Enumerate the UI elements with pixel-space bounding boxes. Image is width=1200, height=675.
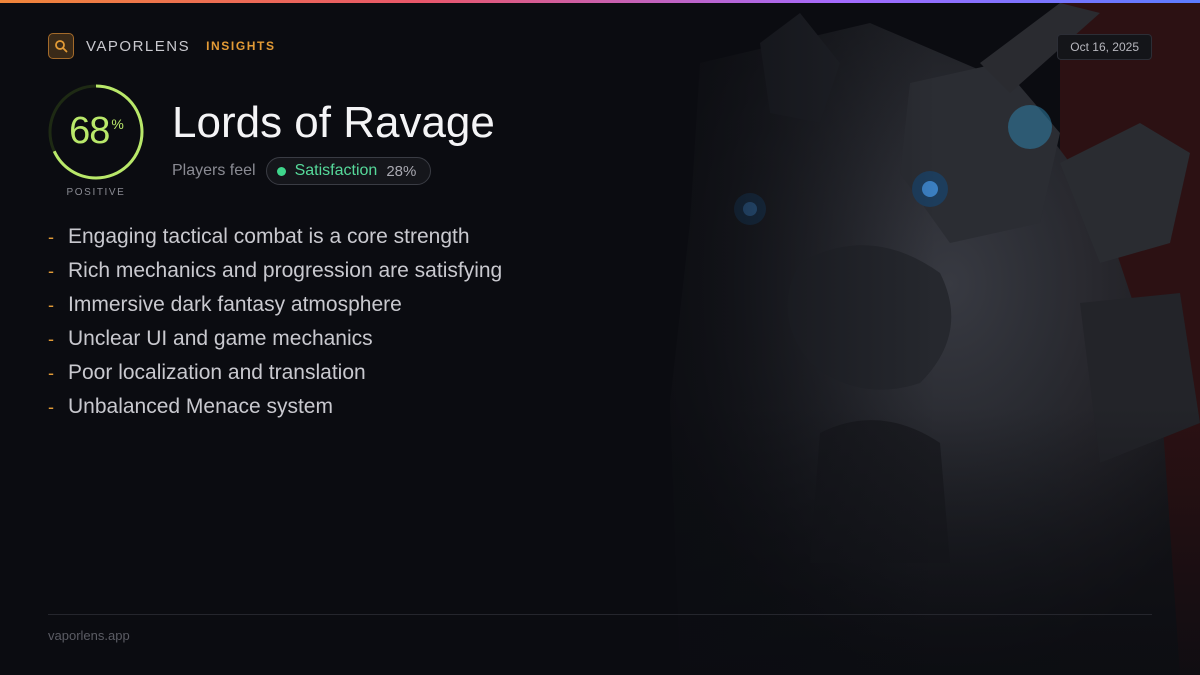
list-item: - Unclear UI and game mechanics — [48, 322, 502, 356]
score-ring: 68% — [48, 84, 144, 180]
date-badge: Oct 16, 2025 — [1057, 34, 1152, 60]
score-value: 68% — [48, 110, 144, 153]
search-icon — [48, 33, 74, 59]
dash-bullet-icon: - — [48, 328, 54, 349]
brand-name: VAPORLENS — [86, 37, 191, 55]
players-feel-row: Players feel Satisfaction 28% — [172, 157, 432, 185]
players-feel-label: Players feel — [172, 162, 256, 179]
sentiment-percent: 28% — [386, 162, 417, 180]
sentiment-badge: Satisfaction 28% — [265, 157, 432, 185]
score-label: POSITIVE — [66, 187, 126, 198]
insight-text: Unclear UI and game mechanics — [68, 327, 373, 350]
score-unit: % — [111, 116, 123, 132]
insight-text: Immersive dark fantasy atmosphere — [68, 293, 402, 316]
list-item: - Poor localization and translation — [48, 356, 502, 390]
footer-divider — [48, 614, 1152, 615]
dash-bullet-icon: - — [48, 260, 54, 281]
armored-knight-artwork — [670, 3, 1200, 675]
list-item: - Engaging tactical combat is a core stre… — [48, 220, 502, 254]
brand-tag: INSIGHTS — [206, 39, 276, 53]
insight-text: Rich mechanics and progression are satis… — [68, 259, 503, 282]
list-item: - Rich mechanics and progression are sati… — [48, 254, 502, 288]
score-number: 68 — [69, 110, 110, 152]
dash-bullet-icon: - — [48, 294, 54, 315]
game-title: Lords of Ravage — [172, 98, 495, 147]
dash-bullet-icon: - — [48, 226, 54, 247]
insight-text: Unbalanced Menace system — [68, 395, 333, 418]
brand-header: VAPORLENS INSIGHTS — [48, 32, 276, 60]
dash-bullet-icon: - — [48, 362, 54, 383]
insight-text: Engaging tactical combat is a core stren… — [68, 225, 470, 248]
list-item: - Immersive dark fantasy atmosphere — [48, 288, 502, 322]
insight-text: Poor localization and translation — [68, 361, 366, 384]
insight-list: - Engaging tactical combat is a core stre… — [48, 220, 502, 424]
footer-site-link[interactable]: vaporlens.app — [48, 628, 130, 643]
dash-bullet-icon: - — [48, 396, 54, 417]
list-item: - Unbalanced Menace system — [48, 390, 502, 424]
game-key-art — [540, 3, 1200, 675]
sentiment-name: Satisfaction — [294, 162, 378, 179]
status-dot-icon — [276, 166, 286, 176]
